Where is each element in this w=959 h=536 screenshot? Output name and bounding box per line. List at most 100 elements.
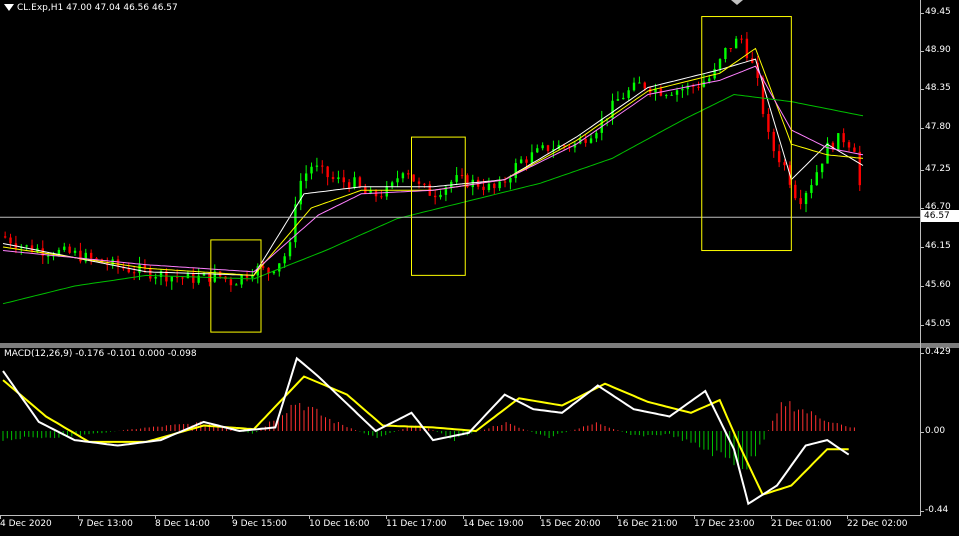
candle-body	[385, 186, 388, 197]
candle-body	[702, 81, 706, 87]
time-axis-label: 21 Dec 01:00	[771, 519, 832, 529]
candle-body	[127, 268, 130, 273]
candle-body	[186, 273, 190, 279]
candle-body	[342, 177, 345, 183]
candle-body	[584, 138, 587, 143]
price-chart-pane[interactable]	[0, 0, 920, 343]
price-axis-tick	[920, 128, 924, 129]
candle-body	[670, 94, 673, 96]
candle-body	[853, 147, 856, 152]
candle-body	[315, 165, 319, 167]
highlight-rectangle	[210, 239, 262, 333]
price-chart-canvas[interactable]	[0, 0, 920, 343]
price-axis-tick	[920, 208, 924, 209]
candle-body	[487, 183, 491, 191]
highlight-rectangle	[411, 136, 466, 276]
candle-body	[589, 138, 593, 143]
macd-title: MACD(12,26,9) -0.176 -0.101 0.000 -0.098	[4, 349, 197, 359]
candle-body	[9, 237, 12, 244]
time-axis-border	[0, 515, 921, 516]
candle-body	[460, 175, 464, 177]
candle-body	[627, 90, 630, 98]
candle-body	[622, 97, 625, 100]
candle-body	[288, 242, 292, 257]
candle-body	[68, 246, 71, 253]
price-axis-tick	[920, 89, 924, 90]
candle-body	[536, 148, 539, 153]
candle-body	[837, 133, 840, 150]
candle-body	[79, 250, 82, 262]
price-axis-tick	[920, 170, 924, 171]
candle-body	[777, 151, 781, 163]
price-axis-label: 47.25	[925, 164, 951, 174]
candle-body	[439, 194, 442, 198]
time-axis-label: 17 Dec 23:00	[694, 519, 755, 529]
ma-mid-line	[2, 47, 864, 276]
chart-shift-marker-icon[interactable]	[731, 0, 743, 5]
candle-body	[304, 173, 308, 181]
macd-indicator-pane[interactable]	[0, 348, 920, 515]
candle-body	[498, 181, 501, 189]
macd-axis-label: 0.429	[925, 347, 951, 357]
candle-body	[503, 181, 507, 183]
candle-body	[471, 179, 474, 188]
candle-body	[638, 82, 641, 84]
candle-body	[530, 152, 534, 163]
candle-body	[858, 151, 861, 186]
time-axis-label: 4 Dec 2020	[0, 519, 52, 529]
price-axis-label: 49.45	[925, 7, 951, 17]
symbol-dropdown-icon[interactable]	[4, 4, 14, 11]
time-axis-label: 8 Dec 14:00	[155, 519, 210, 529]
candle-body	[514, 163, 517, 179]
candle-body	[175, 276, 179, 278]
candle-body	[724, 48, 727, 60]
candle-body	[95, 258, 98, 260]
candle-body	[132, 272, 136, 274]
candle-body	[229, 279, 233, 286]
candle-body	[192, 273, 195, 283]
candle-body	[390, 182, 394, 187]
time-axis-label: 7 Dec 13:00	[78, 519, 133, 529]
macd-axis-label: 0.00	[925, 426, 946, 436]
macd-chart-canvas[interactable]	[0, 348, 920, 515]
candle-body	[681, 89, 684, 91]
candle-body	[337, 177, 340, 179]
candle-body	[412, 174, 415, 182]
macd-signal-line	[2, 375, 849, 496]
ma-long-line	[2, 93, 864, 305]
candle-body	[170, 276, 173, 282]
candle-body	[734, 38, 738, 49]
candle-body	[358, 177, 362, 187]
candle-body	[616, 99, 620, 101]
candle-body	[772, 131, 775, 152]
candle-body	[3, 236, 7, 238]
candle-body	[665, 95, 668, 97]
price-axis-tick	[920, 286, 924, 287]
candle-body	[149, 268, 152, 279]
price-axis-tick	[920, 13, 924, 14]
candle-body	[493, 183, 496, 189]
candle-body	[261, 266, 265, 268]
candle-body	[283, 256, 286, 264]
chart-title: CL.Exp,H1 47.00 47.04 46.56 46.57	[17, 3, 178, 13]
candle-body	[820, 163, 824, 173]
candle-body	[401, 173, 405, 179]
candle-body	[433, 195, 437, 198]
candle-body	[826, 142, 829, 164]
time-axis-label: 14 Dec 19:00	[463, 519, 524, 529]
time-axis-label: 22 Dec 02:00	[847, 519, 908, 529]
candle-body	[729, 48, 732, 50]
candle-body	[235, 284, 238, 286]
candle-body	[708, 78, 711, 82]
candle-body	[73, 250, 77, 253]
macd-axis-tick	[920, 353, 924, 354]
candle-body	[718, 59, 722, 69]
candle-body	[396, 178, 399, 183]
candle-body	[632, 82, 636, 91]
candle-body	[815, 172, 818, 186]
candle-body	[423, 183, 426, 185]
candle-body	[804, 192, 808, 205]
candle-body	[546, 145, 550, 151]
candle-body	[794, 184, 797, 199]
time-axis-label: 10 Dec 16:00	[309, 519, 370, 529]
